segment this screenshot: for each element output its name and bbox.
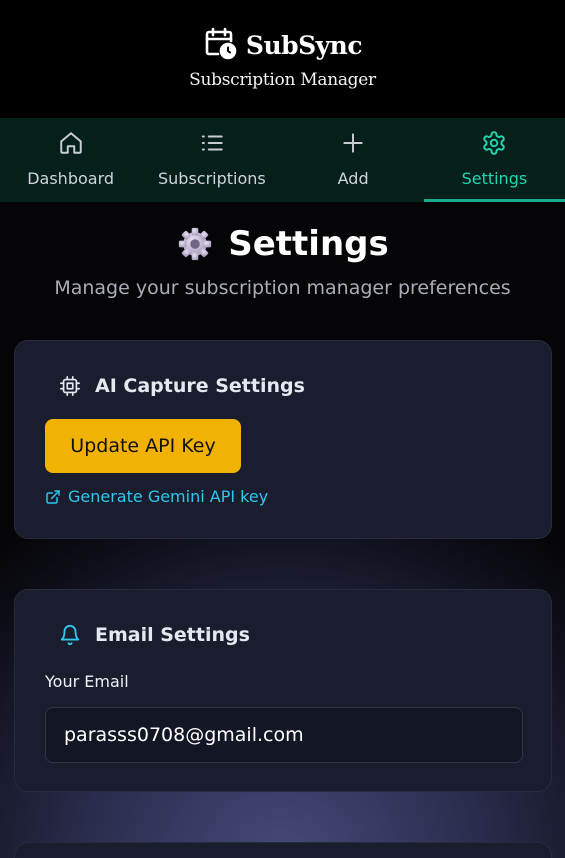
- next-settings-card: [14, 842, 552, 858]
- email-field-label: Your Email: [45, 672, 129, 691]
- card-header: Email Settings: [45, 624, 250, 646]
- brand: SubSync: [203, 26, 363, 64]
- email-settings-card: Email Settings Your Email: [14, 589, 552, 792]
- tab-label: Add: [337, 169, 369, 188]
- app-header: SubSync Subscription Manager: [0, 0, 565, 118]
- tab-add[interactable]: Add: [283, 118, 424, 202]
- app-name: SubSync: [245, 30, 363, 60]
- page-title-text: Settings: [228, 224, 389, 264]
- card-title: AI Capture Settings: [95, 375, 305, 397]
- app-subtitle: Subscription Manager: [189, 70, 376, 90]
- tab-bar: Dashboard Subscriptions Add Settings: [0, 118, 565, 202]
- calendar-clock-icon: [203, 26, 237, 64]
- tab-subscriptions[interactable]: Subscriptions: [141, 118, 282, 202]
- settings-page: Settings Manage your subscription manage…: [0, 202, 565, 858]
- external-link-icon: [45, 489, 68, 505]
- page-subtitle: Manage your subscription manager prefere…: [54, 277, 511, 299]
- list-icon: [199, 130, 225, 160]
- gear-icon: [481, 130, 507, 160]
- update-api-key-button[interactable]: Update API Key: [45, 419, 241, 473]
- bell-icon: [59, 624, 81, 646]
- tab-label: Subscriptions: [158, 169, 266, 188]
- card-title: Email Settings: [95, 624, 250, 646]
- cpu-chip-icon: [59, 375, 81, 397]
- page-title: Settings: [0, 224, 565, 264]
- generate-gemini-api-key-link[interactable]: Generate Gemini API key: [45, 487, 268, 506]
- email-field[interactable]: [45, 707, 523, 763]
- tab-settings[interactable]: Settings: [423, 118, 565, 202]
- plus-icon: [340, 130, 366, 160]
- link-label: Generate Gemini API key: [68, 487, 269, 506]
- home-icon: [58, 130, 84, 160]
- tab-dashboard[interactable]: Dashboard: [0, 118, 141, 202]
- card-header: AI Capture Settings: [45, 375, 305, 397]
- tab-label: Dashboard: [27, 169, 115, 188]
- tab-label: Settings: [461, 169, 528, 188]
- gear-emoji-icon: [176, 225, 228, 263]
- ai-capture-settings-card: AI Capture Settings Update API Key Gener…: [14, 340, 552, 539]
